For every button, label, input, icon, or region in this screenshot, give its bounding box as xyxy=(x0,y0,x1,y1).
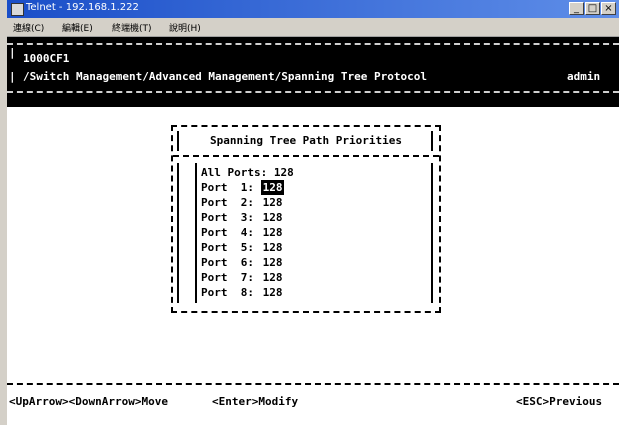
close-button[interactable]: × xyxy=(601,2,616,15)
maximize-button[interactable]: □ xyxy=(585,2,600,15)
telnet-app-icon xyxy=(11,3,24,16)
all-ports-row[interactable]: All Ports: 128 xyxy=(201,165,294,180)
menu-path: /Switch Management/Advanced Management/S… xyxy=(23,70,427,83)
port-priority-value[interactable]: 128 xyxy=(261,285,285,300)
menu-bar: 連線(C) 編輯(E) 終端機(T) 說明(H) xyxy=(7,18,619,37)
port-row-2[interactable]: Port 2: 128 xyxy=(201,195,284,210)
port-label: Port 7: xyxy=(201,271,254,284)
device-name: 1000CF1 xyxy=(23,52,70,65)
port-row-1[interactable]: Port 1: 128 xyxy=(201,180,285,195)
menu-edit[interactable]: 編輯(E) xyxy=(62,21,93,34)
port-priority-value[interactable]: 128 xyxy=(261,255,285,270)
port-row-4[interactable]: Port 4: 128 xyxy=(201,225,284,240)
panel-inner-bar xyxy=(195,163,197,303)
port-label: Port 1: xyxy=(201,181,254,194)
port-priority-value[interactable]: 128 xyxy=(261,210,285,225)
port-priority-value[interactable]: 128 xyxy=(261,270,285,285)
panel-title-separator xyxy=(173,155,439,157)
port-label: Port 5: xyxy=(201,241,254,254)
port-label: Port 2: xyxy=(201,196,254,209)
menu-help[interactable]: 說明(H) xyxy=(169,21,201,34)
menu-terminal[interactable]: 終端機(T) xyxy=(112,21,152,34)
panel-right-bar xyxy=(431,163,433,303)
port-row-6[interactable]: Port 6: 128 xyxy=(201,255,284,270)
current-user: admin xyxy=(567,70,601,83)
panel-left-bar xyxy=(177,163,179,303)
panel-title: Spanning Tree Path Priorities xyxy=(209,134,403,147)
port-label: Port 3: xyxy=(201,211,254,224)
port-row-3[interactable]: Port 3: 128 xyxy=(201,210,284,225)
window-title: Telnet - 192.168.1.222 xyxy=(26,2,139,13)
menu-connect[interactable]: 連線(C) xyxy=(13,21,44,34)
port-row-5[interactable]: Port 5: 128 xyxy=(201,240,284,255)
footer-previous-hint: <ESC>Previous xyxy=(516,395,603,408)
terminal-header: | 1000CF1 | /Switch Management/Advanced … xyxy=(7,37,619,107)
window-titlebar[interactable]: Telnet - 192.168.1.222 _ □ × xyxy=(7,0,619,18)
port-row-8[interactable]: Port 8: 128 xyxy=(201,285,284,300)
port-priority-value[interactable]: 128 xyxy=(260,180,285,195)
footer-modify-hint: <Enter>Modify xyxy=(212,395,299,408)
footer-move-hint: <UpArrow><DownArrow>Move xyxy=(9,395,168,408)
minimize-button[interactable]: _ xyxy=(569,2,584,15)
port-priority-value[interactable]: 128 xyxy=(261,195,285,210)
port-label: Port 8: xyxy=(201,286,254,299)
port-priority-value[interactable]: 128 xyxy=(261,225,285,240)
all-ports-label: All Ports: 128 xyxy=(201,166,294,179)
port-priority-value[interactable]: 128 xyxy=(261,240,285,255)
header-left-bar-2: | xyxy=(9,70,16,83)
port-row-7[interactable]: Port 7: 128 xyxy=(201,270,284,285)
header-top-border xyxy=(7,43,619,45)
port-label: Port 6: xyxy=(201,256,254,269)
path-priorities-panel: Spanning Tree Path Priorities All Ports:… xyxy=(171,125,441,313)
header-bottom-border xyxy=(7,91,619,93)
header-left-bar: | xyxy=(9,46,16,59)
footer-separator xyxy=(7,383,619,385)
panel-title-right-bar xyxy=(431,131,433,151)
port-label: Port 4: xyxy=(201,226,254,239)
